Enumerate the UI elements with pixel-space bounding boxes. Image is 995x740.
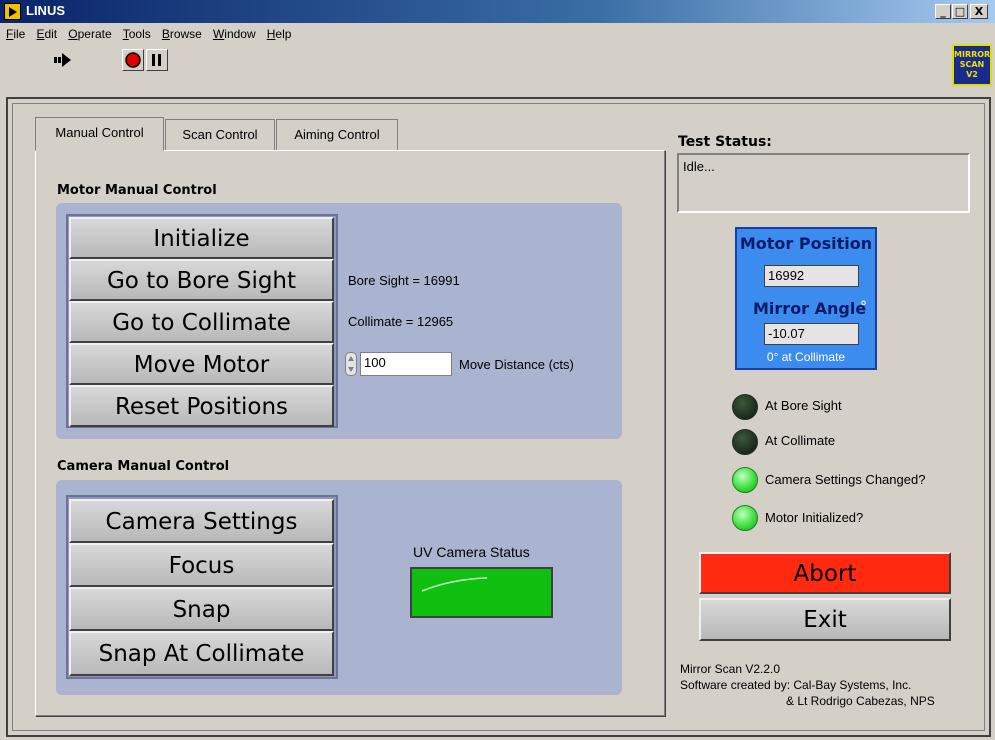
initialize-button[interactable]: Initialize (69, 217, 334, 259)
labview-app-icon (4, 3, 21, 20)
logo-line-3: V2 (966, 70, 978, 79)
move-distance-input[interactable]: 100 (360, 352, 452, 376)
at-bore-sight-label: At Bore Sight (765, 398, 842, 413)
motor-position-value: 16992 (764, 265, 859, 287)
motor-initialized-led (732, 505, 758, 531)
move-distance-label: Move Distance (cts) (459, 357, 574, 372)
logo-line-1: MIRROR (954, 50, 991, 59)
collimate-reference-note: 0° at Collimate (766, 350, 846, 364)
tab-aiming-control[interactable]: Aiming Control (276, 119, 398, 151)
reset-positions-button[interactable]: Reset Positions (69, 385, 334, 427)
bore-sight-value: Bore Sight = 16991 (348, 273, 460, 288)
at-bore-sight-led (732, 394, 758, 420)
uv-camera-status-indicator (410, 567, 553, 618)
menu-edit[interactable]: Edit (36, 24, 57, 44)
menu-window[interactable]: Window (213, 24, 256, 44)
tab-manual-control[interactable]: Manual Control (35, 117, 164, 151)
move-motor-button[interactable]: Move Motor (69, 343, 334, 385)
camera-section-title: Camera Manual Control (57, 459, 230, 474)
focus-button[interactable]: Focus (69, 543, 334, 587)
menu-file[interactable]: File (6, 24, 25, 44)
menu-browse[interactable]: Browse (162, 24, 202, 44)
mirror-scan-logo: MIRROR SCAN V2 (952, 44, 992, 86)
motor-section-title: Motor Manual Control (57, 183, 217, 198)
menu-help[interactable]: Help (267, 24, 292, 44)
credits-line-2: & Lt Rodrigo Cabezas, NPS (786, 694, 935, 708)
at-collimate-label: At Collimate (765, 433, 836, 448)
collimate-value: Collimate = 12965 (348, 314, 454, 329)
logo-line-2: SCAN (959, 60, 985, 69)
move-distance-stepper[interactable] (345, 352, 357, 376)
pause-button[interactable] (146, 49, 168, 71)
at-collimate-led (732, 429, 758, 455)
version-text: Mirror Scan V2.2.0 (680, 662, 781, 676)
motor-position-label: Motor Position (739, 234, 873, 253)
snap-at-collimate-button[interactable]: Snap At Collimate (69, 631, 334, 676)
maximize-button[interactable]: □ (952, 4, 968, 19)
close-button[interactable]: X (970, 4, 988, 19)
exit-button[interactable]: Exit (699, 598, 951, 641)
uv-camera-status-label: UV Camera Status (413, 544, 530, 560)
window-title: LINUS (26, 3, 65, 18)
title-bar (0, 0, 995, 23)
camera-settings-changed-led (732, 467, 758, 493)
snap-button[interactable]: Snap (69, 587, 334, 631)
menu-bar: File Edit Operate Tools Browse Window He… (0, 23, 995, 43)
minimize-button[interactable]: _ (935, 4, 951, 19)
degree-symbol: ° (860, 299, 867, 315)
menu-tools[interactable]: Tools (123, 24, 151, 44)
motor-initialized-label: Motor Initialized? (765, 510, 864, 525)
test-status-display: Idle... (677, 153, 970, 213)
camera-settings-button[interactable]: Camera Settings (69, 499, 334, 543)
mirror-angle-value: -10.07 (764, 323, 859, 345)
mirror-angle-label: Mirror Angle (753, 299, 867, 318)
go-to-collimate-button[interactable]: Go to Collimate (69, 301, 334, 343)
abort-button[interactable]: Abort (699, 552, 951, 594)
credits-line-1: Software created by: Cal-Bay Systems, In… (680, 678, 912, 692)
run-arrow-icon[interactable] (52, 49, 74, 71)
toolbar (0, 43, 950, 87)
abort-execution-button[interactable] (122, 49, 144, 71)
test-status-label: Test Status: (678, 134, 772, 150)
camera-settings-changed-label: Camera Settings Changed? (765, 472, 926, 487)
menu-operate[interactable]: Operate (68, 24, 111, 44)
motor-position-box: Motor Position 16992 Mirror Angle ° -10.… (735, 227, 877, 370)
tab-scan-control[interactable]: Scan Control (165, 119, 275, 151)
go-to-bore-sight-button[interactable]: Go to Bore Sight (69, 259, 334, 301)
